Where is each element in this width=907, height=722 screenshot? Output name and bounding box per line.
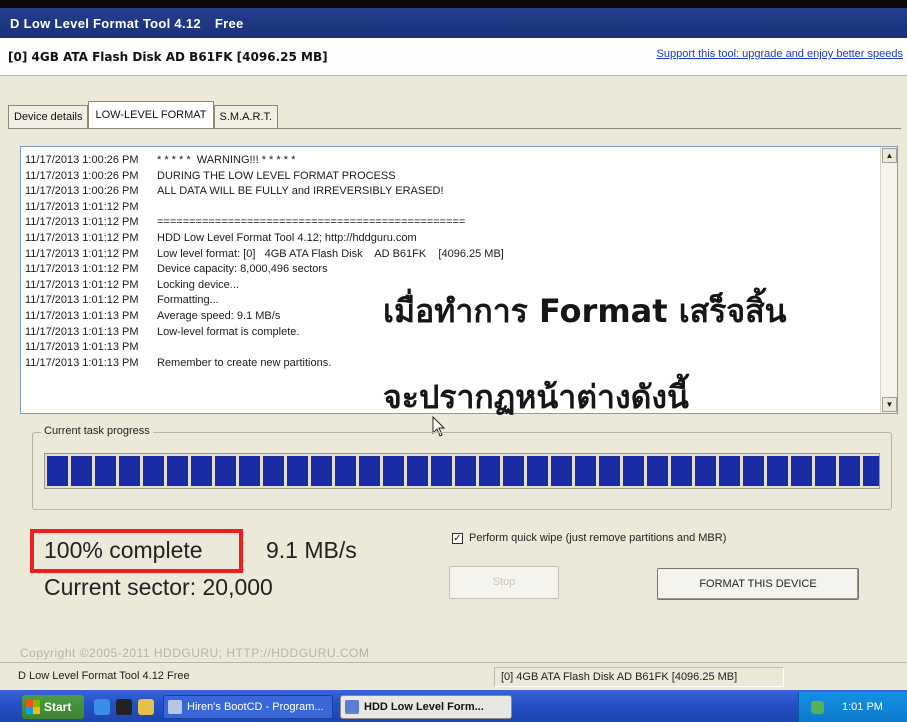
- support-link[interactable]: Support this tool: upgrade and enjoy bet…: [657, 48, 903, 60]
- log-message: HDD Low Level Format Tool 4.12; http://h…: [157, 231, 417, 244]
- speed-readout: 9.1 MB/s: [266, 537, 357, 563]
- status-device: [0] 4GB ATA Flash Disk AD B61FK [4096.25…: [494, 667, 784, 687]
- quick-wipe-checkbox[interactable]: ✓: [452, 532, 463, 544]
- quick-wipe-label: Perform quick wipe (just remove partitio…: [469, 532, 727, 544]
- log-line: 11/17/2013 1:00:26 PM ALL DATA WILL BE FU…: [25, 184, 504, 200]
- log-line: 11/17/2013 1:01:12 PM: [25, 200, 504, 216]
- log-timestamp: 11/17/2013 1:00:26 PM: [25, 169, 139, 182]
- log-timestamp: 11/17/2013 1:01:13 PM: [25, 325, 139, 338]
- system-tray: 1:01 PM: [798, 692, 907, 722]
- browser-icon[interactable]: [94, 699, 110, 715]
- taskbar-item-hirens[interactable]: Hiren's BootCD - Program...: [163, 695, 333, 719]
- log-timestamp: 11/17/2013 1:00:26 PM: [25, 154, 139, 166]
- edition-label: Free: [214, 15, 244, 31]
- log-message: Device capacity: 8,000,496 sectors: [157, 263, 328, 276]
- log-message: * * * * * WARNING!!! * * * * *: [157, 154, 296, 166]
- log-message: Low level format: [0] 4GB ATA Flash Disk…: [157, 247, 504, 260]
- format-device-button[interactable]: FORMAT THIS DEVICE: [657, 568, 859, 600]
- log-line: 11/17/2013 1:01:13 PM: [25, 340, 504, 356]
- log-timestamp: 11/17/2013 1:01:12 PM: [25, 263, 139, 276]
- network-icon[interactable]: [811, 701, 824, 714]
- log-line: 11/17/2013 1:01:12 PM HDD Low Level Forma…: [25, 231, 504, 247]
- log-timestamp: 11/17/2013 1:01:12 PM: [25, 294, 139, 307]
- command-prompt-icon[interactable]: [116, 699, 132, 715]
- tab-device-details[interactable]: Device details: [8, 105, 89, 128]
- current-sector: Current sector: 20,000: [44, 574, 273, 600]
- log-message: Low-level format is complete.: [157, 325, 300, 338]
- log-timestamp: 11/17/2013 1:01:13 PM: [25, 341, 139, 354]
- copyright-text: Copyright ©2005-2011 HDDGURU; HTTP://HDD…: [20, 646, 370, 660]
- scroll-up-arrow-icon[interactable]: ▲: [882, 148, 897, 163]
- taskbar-item-label: HDD Low Level Form...: [364, 701, 484, 713]
- app-window: D Low Level Format Tool 4.12 Free [0] 4G…: [0, 8, 907, 722]
- log-line: 11/17/2013 1:01:12 PM Low level format: […: [25, 247, 504, 263]
- log-timestamp: 11/17/2013 1:01:13 PM: [25, 356, 139, 369]
- taskbar: Start Hiren's BootCD - Program... HDD Lo…: [0, 690, 907, 722]
- progress-bar: [44, 453, 880, 489]
- clock: 1:01 PM: [842, 701, 883, 713]
- log-message: DURING THE LOW LEVEL FORMAT PROCESS: [157, 169, 396, 182]
- quick-launch: [94, 699, 154, 715]
- log-message: ========================================…: [157, 216, 466, 229]
- tab-low-level-format[interactable]: LOW-LEVEL FORMAT: [88, 101, 214, 129]
- progress-legend: Current task progress: [41, 425, 153, 437]
- title-bar[interactable]: D Low Level Format Tool 4.12 Free: [0, 8, 907, 38]
- status-bar: D Low Level Format Tool 4.12 Free [0] 4G…: [0, 662, 907, 690]
- progress-group: Current task progress: [32, 425, 892, 510]
- log-line: 11/17/2013 1:01:12 PM Device capacity: 8,…: [25, 262, 504, 278]
- log-line: 11/17/2013 1:01:12 PM ===================…: [25, 215, 504, 231]
- taskbar-item-hdd-tool[interactable]: HDD Low Level Form...: [340, 695, 512, 719]
- log-line: 11/17/2013 1:01:13 PM Remember to create …: [25, 356, 504, 372]
- window-title: D Low Level Format Tool 4.12: [10, 15, 201, 31]
- log-timestamp: 11/17/2013 1:01:13 PM: [25, 309, 139, 322]
- overlay-caption-line1: เมื่อทำการ Format เสร็จสิ้น: [383, 292, 787, 330]
- progress-fill: [47, 456, 879, 486]
- tab-strip: Device details LOW-LEVEL FORMAT S.M.A.R.…: [8, 100, 279, 129]
- start-label: Start: [44, 700, 72, 714]
- device-header: [0] 4GB ATA Flash Disk AD B61FK [4096.25…: [0, 38, 907, 76]
- folder-icon[interactable]: [138, 699, 154, 715]
- scroll-down-arrow-icon[interactable]: ▼: [882, 397, 897, 412]
- log-timestamp: 11/17/2013 1:01:12 PM: [25, 216, 139, 229]
- disk-tool-icon: [345, 700, 359, 714]
- log-message: Remember to create new partitions.: [157, 356, 332, 369]
- log-timestamp: 11/17/2013 1:01:12 PM: [25, 231, 139, 244]
- tab-smart[interactable]: S.M.A.R.T.: [213, 105, 279, 128]
- windows-logo-icon: [26, 700, 40, 714]
- percent-complete: 100% complete: [44, 537, 203, 563]
- log-line: 11/17/2013 1:00:26 PM DURING THE LOW LEVE…: [25, 169, 504, 185]
- log-timestamp: 11/17/2013 1:01:12 PM: [25, 278, 139, 291]
- device-title: [0] 4GB ATA Flash Disk AD B61FK [4096.25…: [8, 50, 328, 64]
- stop-button[interactable]: Stop: [449, 566, 559, 599]
- overlay-caption-line2: จะปรากฏหน้าต่างดังนี้: [383, 378, 689, 416]
- log-timestamp: 11/17/2013 1:01:12 PM: [25, 247, 139, 260]
- log-lines: 11/17/2013 1:00:26 PM * * * * * WARNING!!…: [25, 153, 504, 371]
- quick-wipe-option[interactable]: ✓ Perform quick wipe (just remove partit…: [452, 532, 726, 544]
- log-message: ALL DATA WILL BE FULLY and IRREVERSIBLY …: [157, 185, 444, 198]
- log-timestamp: 11/17/2013 1:00:26 PM: [25, 185, 139, 198]
- log-timestamp: 11/17/2013 1:01:12 PM: [25, 200, 139, 213]
- status-app-name: D Low Level Format Tool 4.12 Free: [18, 670, 190, 682]
- taskbar-item-label: Hiren's BootCD - Program...: [187, 701, 324, 713]
- log-message: Locking device...: [157, 278, 239, 291]
- program-window-icon: [168, 700, 182, 714]
- log-message: Average speed: 9.1 MB/s: [157, 309, 281, 322]
- log-scrollbar[interactable]: ▲ ▼: [880, 147, 897, 413]
- start-button[interactable]: Start: [22, 695, 84, 719]
- log-message: Formatting...: [157, 294, 219, 307]
- log-line: 11/17/2013 1:00:26 PM * * * * * WARNING!!…: [25, 153, 504, 169]
